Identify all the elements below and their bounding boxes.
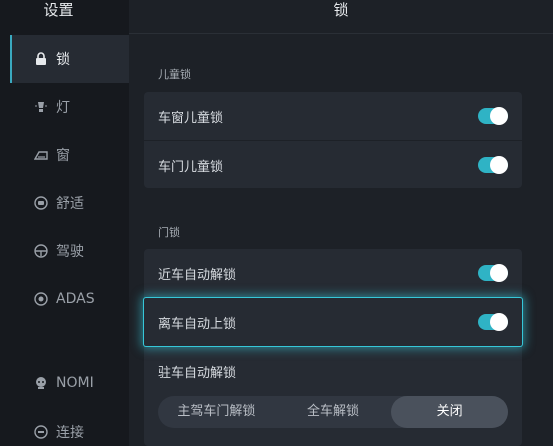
child-lock-section-label: 儿童锁 [158,68,191,81]
row-label: 车门儿童锁 [158,159,224,175]
sidebar-title: 设置 [43,1,74,19]
comfort-icon [34,196,48,210]
adas-icon [34,292,48,306]
sidebar-item-label: 窗 [56,148,70,164]
sidebar-item-label: NOMI [56,375,94,391]
window-icon [34,148,48,162]
walkaway-lock-row: 离车自动上锁 [144,298,522,346]
row-label: 离车自动上锁 [158,316,237,332]
option-driver-door-unlock[interactable]: 主驾车门解锁 [158,396,275,428]
sidebar-item-light[interactable]: 灯 [10,83,129,131]
toggle-knob [490,313,508,331]
option-all-doors-unlock[interactable]: 全车解锁 [275,396,392,428]
window-child-lock-toggle[interactable] [478,107,508,125]
toggle-knob [490,156,508,174]
sidebar-item-nomi[interactable]: NOMI [10,359,129,407]
door-child-lock-row: 车门儿童锁 [144,141,522,189]
sidebar-item-label: ADAS [56,291,95,307]
parking-unlock-segmented-control: 主驾车门解锁 全车解锁 关闭 [158,396,509,428]
approach-unlock-row: 近车自动解锁 [144,249,522,297]
row-label: 近车自动解锁 [158,267,237,283]
settings-panel: 锁 儿童锁 车窗儿童锁 车门儿童锁 门锁 近车自动解锁 离车自动上锁 驻车自动解… [129,0,553,446]
row-label: 驻车自动解锁 [158,365,237,381]
door-lock-section-label: 门锁 [158,226,180,239]
sidebar-item-label: 舒适 [56,196,84,212]
page-title: 锁 [129,0,553,34]
lock-icon [34,52,48,66]
sidebar-item-window[interactable]: 窗 [10,131,129,179]
child-lock-card: 车窗儿童锁 车门儿童锁 [144,92,522,188]
sidebar-item-label: 驾驶 [56,244,84,260]
parking-unlock-row: 驻车自动解锁 [144,347,522,395]
nomi-icon [34,376,48,390]
sidebar-item-lock[interactable]: 锁 [10,35,129,83]
sidebar-item-connect[interactable]: 连接 [10,408,129,446]
window-child-lock-row: 车窗儿童锁 [144,92,522,140]
row-label: 车窗儿童锁 [158,110,224,126]
sidebar-item-label: 锁 [56,52,70,68]
toggle-knob [490,107,508,125]
link-icon [34,425,48,439]
approach-unlock-toggle[interactable] [478,264,508,282]
light-icon [34,100,48,114]
door-child-lock-toggle[interactable] [478,156,508,174]
option-off[interactable]: 关闭 [391,396,509,428]
sidebar-item-comfort[interactable]: 舒适 [10,179,129,227]
sidebar: 设置 锁 灯 窗 舒适 驾驶 ADAS NOMI 连接 [0,0,129,446]
sidebar-item-driving[interactable]: 驾驶 [10,227,129,275]
sidebar-item-adas[interactable]: ADAS [10,275,129,323]
steering-wheel-icon [34,244,48,258]
sidebar-item-label: 灯 [56,100,70,116]
toggle-knob [490,264,508,282]
sidebar-item-label: 连接 [56,425,84,441]
walkaway-lock-toggle[interactable] [478,313,508,331]
